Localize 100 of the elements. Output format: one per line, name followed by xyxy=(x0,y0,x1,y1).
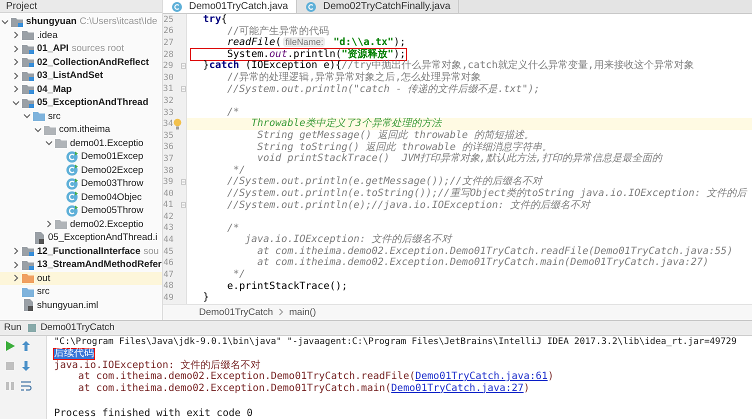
tree-item[interactable]: Demo04Objec xyxy=(81,192,142,203)
folder-icon xyxy=(54,136,68,150)
class-icon xyxy=(305,0,318,12)
panel-title: Run xyxy=(4,322,22,334)
code-line: //System.out.println(e);//java.io.IOException: 文件的后缀名不对 xyxy=(226,198,592,212)
code-line: */ xyxy=(232,164,246,176)
code-line: try{ xyxy=(202,13,228,27)
folder-icon xyxy=(21,55,35,70)
tree-item[interactable]: demo02.Exceptio xyxy=(70,218,144,230)
line-number: 31 xyxy=(163,84,174,94)
run-icon[interactable] xyxy=(4,340,16,352)
line-number: 27 xyxy=(163,38,174,48)
line-number: 32 xyxy=(163,96,174,106)
console-line: Process finished with exit code 0 xyxy=(54,408,253,419)
tree-item[interactable]: 13_StreamAndMethodRefer xyxy=(37,259,162,270)
folder-icon xyxy=(54,217,68,232)
code-line: void printStackTrace() JVM打印异常对象,默认此方法,打印的异常信息是最全面的 xyxy=(256,152,663,166)
line-number: 38 xyxy=(163,166,174,176)
line-number: 26 xyxy=(163,26,174,36)
tree-item[interactable]: 04_Map xyxy=(37,84,72,95)
source-link[interactable]: Demo01TryCatch.java:27 xyxy=(391,382,524,394)
console-line: "C:\Program Files\Java\jdk-9.0.1\bin\java" "-javaagent:C:\Program Files\JetBrains\IntelliJ IDEA 2017.3.2\lib\idea_rt.jar=49729 xyxy=(54,337,737,348)
tree-item-note: sou xyxy=(143,246,159,257)
line-number: 25 xyxy=(163,14,174,25)
tree-item[interactable]: Demo03Throw xyxy=(81,178,144,190)
code-line: String toString() 返回此 throwable 的详细消息字符串。 xyxy=(256,140,552,153)
tree-item[interactable]: Demo01Excep xyxy=(81,151,144,162)
console-line: at com.itheima.demo02.Exception.Demo01TryCatch.readFile(Demo01TryCatch.java:61) xyxy=(78,372,554,383)
line-number: 35 xyxy=(163,130,174,141)
code-line: at com.itheima.demo02.Exception.Demo01TryCatch.readFile(Demo01TryCatch.java:55) xyxy=(256,244,734,257)
tree-item[interactable]: 01_API xyxy=(37,43,69,54)
class-icon xyxy=(65,204,79,218)
tree-item[interactable]: com.itheima xyxy=(59,124,110,136)
code-line: e.printStackTrace(); xyxy=(226,280,349,294)
code-line: */ xyxy=(232,268,246,281)
code-line: /* xyxy=(226,222,240,236)
editor-tab[interactable]: Demo02TryCatchFinally.java xyxy=(297,0,460,13)
line-number: 37 xyxy=(163,154,174,164)
file-icon xyxy=(21,298,35,312)
code-line: //System.out.println("catch - 传递的文件后缀不是.txt"); xyxy=(226,82,541,96)
tree-item[interactable]: src xyxy=(37,286,50,298)
tree-item[interactable]: 02_CollectionAndReflect xyxy=(37,56,149,68)
run-tab[interactable]: Demo01TryCatch xyxy=(27,322,115,334)
code-line: at com.itheima.demo02.Exception.Demo01TryCatch.main(Demo01TryCatch.java:27) xyxy=(256,256,710,270)
tree-item[interactable]: 03_ListAndSet xyxy=(37,70,103,82)
panel-title: Project xyxy=(6,1,38,12)
line-number: 41 xyxy=(163,200,174,210)
folder-icon xyxy=(21,271,35,286)
line-number: 45 xyxy=(163,246,174,257)
tree-item-note: C:\Users\itcast\Ide xyxy=(80,16,158,28)
tree-item[interactable]: 05_ExceptionAndThread.i xyxy=(48,232,158,244)
tree-item[interactable]: Demo02Excep xyxy=(81,164,144,176)
code-line: java.io.IOException: 文件的后缀名不对 xyxy=(244,233,453,246)
class-icon xyxy=(65,190,79,204)
line-number: 40 xyxy=(163,188,174,199)
tree-item[interactable]: src xyxy=(48,110,61,122)
line-number: 46 xyxy=(163,258,174,268)
code-line: String getMessage() 返回此 throwable 的简短描述。 xyxy=(256,128,535,142)
line-number: 47 xyxy=(163,270,174,280)
class-icon xyxy=(65,163,79,178)
code-line: /* xyxy=(226,106,240,120)
line-number: 36 xyxy=(163,142,174,152)
line-number: 34 xyxy=(163,119,174,130)
tree-item[interactable]: 12_FunctionalInterface xyxy=(37,246,140,257)
class-icon xyxy=(65,150,79,164)
line-number: 28 xyxy=(163,50,174,60)
chevron-icon xyxy=(278,308,284,316)
tree-item[interactable]: demo01.Exceptio xyxy=(70,138,144,149)
line-number: 49 xyxy=(163,293,174,304)
code-line: //可能产生异常的代码 xyxy=(226,24,330,37)
class-icon xyxy=(65,176,79,191)
tree-item[interactable]: out xyxy=(37,272,50,284)
source-link[interactable]: Demo01TryCatch.java:61 xyxy=(415,371,548,382)
class-icon xyxy=(171,0,183,12)
editor-tab[interactable]: Demo01TryCatch.java xyxy=(163,0,298,13)
tree-item-note: sources root xyxy=(72,43,124,54)
tree-item[interactable]: .idea xyxy=(37,30,58,41)
up-arrow-icon[interactable] xyxy=(20,340,32,352)
console-line: at com.itheima.demo02.Exception.Demo01TryCatch.main(Demo01TryCatch.java:27) xyxy=(77,384,530,394)
folder-icon xyxy=(21,82,35,96)
tree-item[interactable]: shungyuan xyxy=(26,16,77,28)
line-number: 29 xyxy=(163,61,174,72)
line-number: 43 xyxy=(163,223,174,234)
breadcrumb[interactable]: main() xyxy=(289,306,316,318)
tree-item[interactable]: 05_ExceptionAndThread xyxy=(37,97,148,108)
tree-item[interactable]: Demo05Throw xyxy=(81,205,144,216)
code-line: Throwable类中定义了3个异常处理的方法 xyxy=(250,117,442,130)
soft-wrap-icon[interactable] xyxy=(20,380,32,392)
down-arrow-icon[interactable] xyxy=(20,360,32,372)
folder-icon xyxy=(32,109,46,124)
line-number: 44 xyxy=(163,235,174,246)
code-line: readFile( fileName: "d:\\a.tx"); xyxy=(226,36,407,48)
code-line: //System.out.println(e.toString());//重写Object类的toString java.io.IOException: 文件的后 xyxy=(226,186,748,200)
code-line: //异常的处理逻辑,异常异常对象之后,怎么处理异常对象 xyxy=(226,70,482,84)
file-icon xyxy=(32,230,46,245)
tree-item[interactable]: shungyuan.iml xyxy=(37,300,98,311)
console-line: java.io.IOException: 文件的后缀名不对 xyxy=(54,360,260,371)
line-number: 42 xyxy=(163,212,174,222)
line-number: 39 xyxy=(163,177,174,188)
breadcrumb[interactable]: Demo01TryCatch xyxy=(199,306,274,318)
